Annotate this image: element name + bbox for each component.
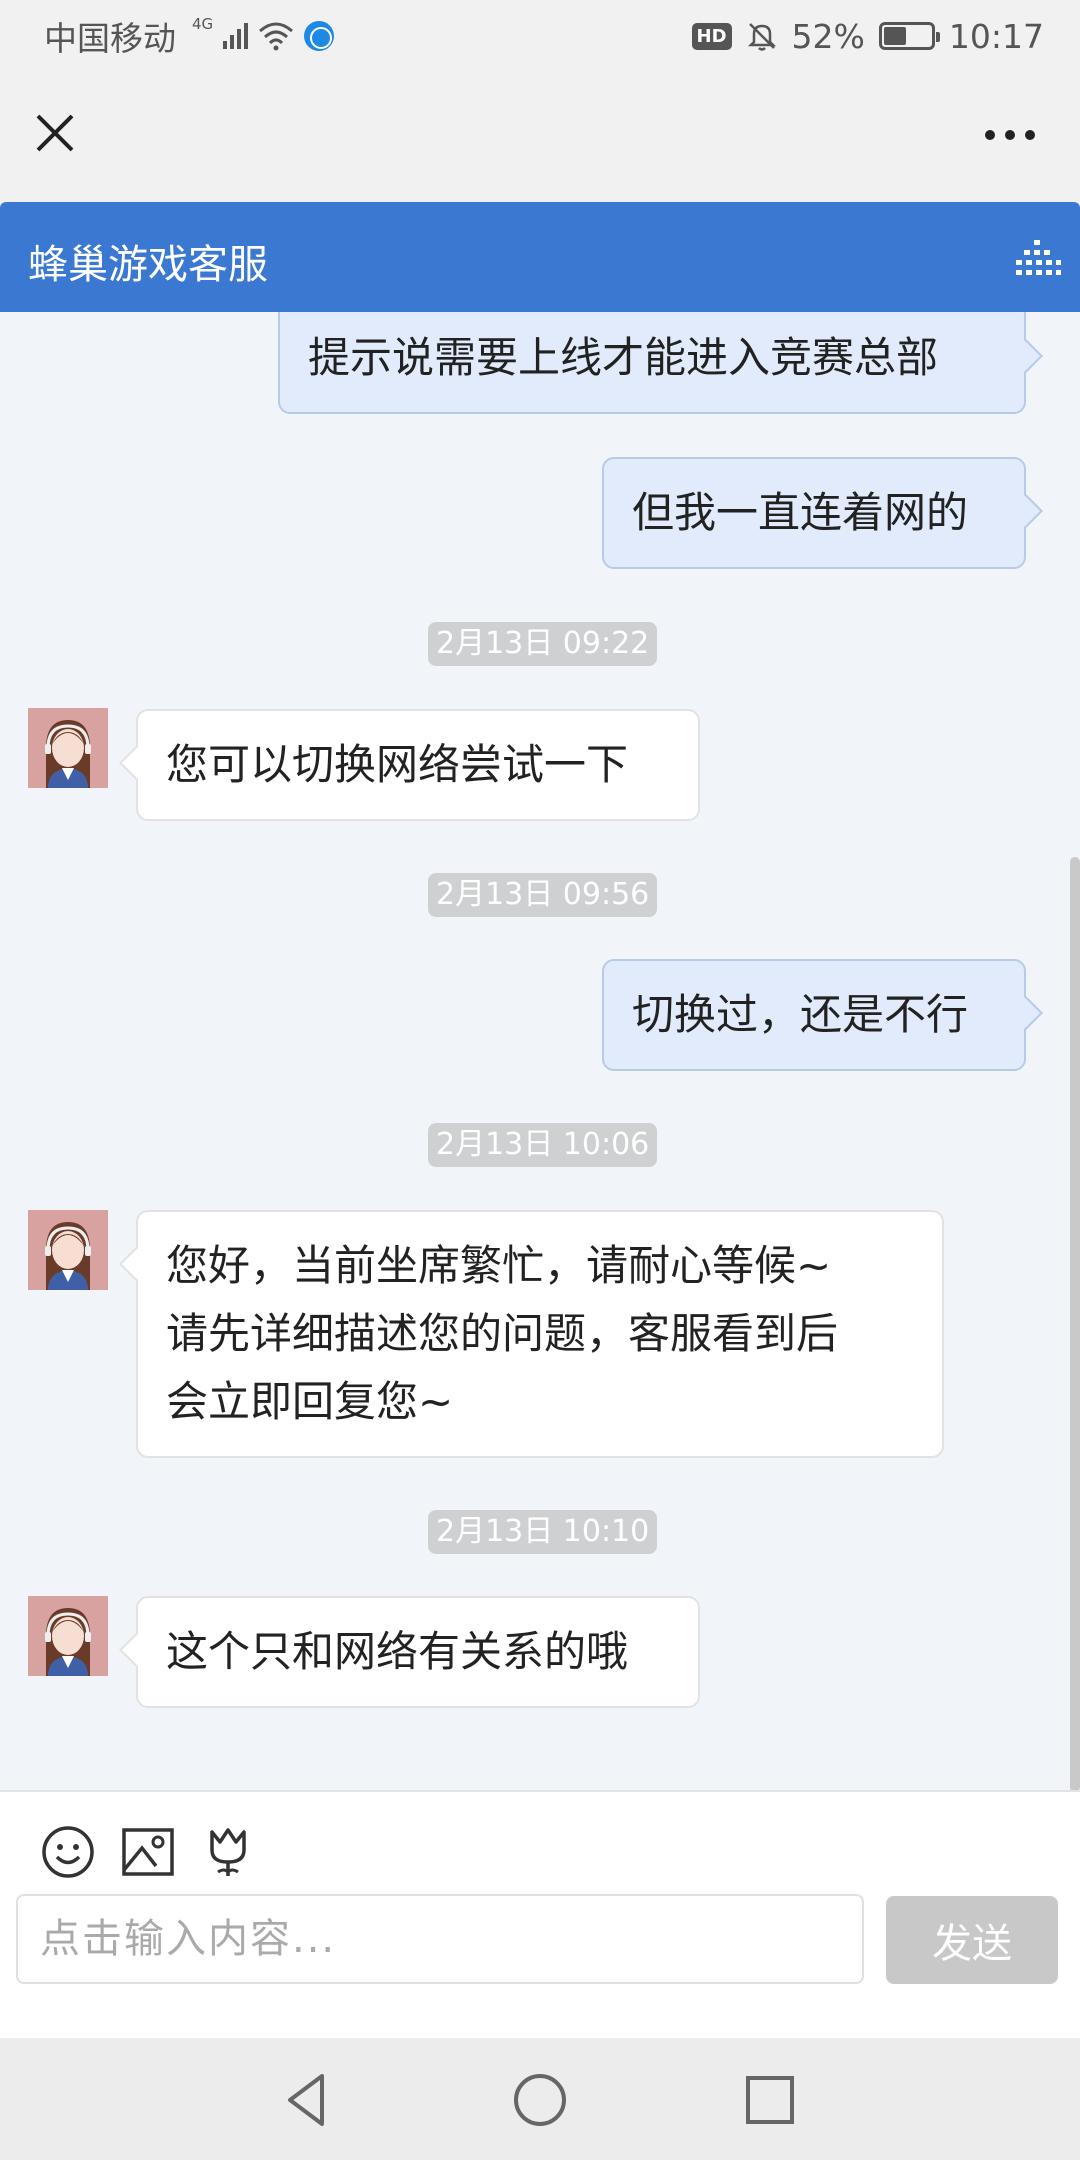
clock: 10:17 — [948, 16, 1044, 56]
send-button[interactable]: 发送 — [886, 1896, 1058, 1984]
page-title: 蜂巢游戏客服 — [28, 242, 268, 288]
mute-icon — [747, 23, 776, 51]
more-icon[interactable] — [980, 120, 1040, 150]
wifi-icon — [259, 22, 294, 51]
recents-icon[interactable] — [738, 2068, 802, 2132]
status-left: 中国移动 4G — [44, 12, 335, 60]
scrollbar[interactable] — [1070, 857, 1080, 1790]
incoming-message-bubble: 您可以切换网络尝试一下 — [136, 709, 700, 821]
chat-header: 蜂巢游戏客服 — [0, 202, 1080, 312]
globe-icon — [304, 21, 335, 51]
battery-icon — [878, 22, 940, 50]
message-line: 您好，当前坐席繁忙，请耐心等候~ — [166, 1241, 832, 1290]
agent-avatar — [28, 1596, 108, 1676]
incoming-message-bubble: 您好，当前坐席繁忙，请耐心等候~ 请先详细描述您的问题，客服看到后 会立即回复您… — [136, 1210, 944, 1458]
menu-icon[interactable] — [1014, 232, 1062, 280]
message-input[interactable] — [16, 1894, 864, 1984]
agent-avatar — [28, 1210, 108, 1290]
webview-title-bar — [0, 72, 1080, 200]
status-right: HD 52% 10:17 — [691, 16, 1044, 56]
agent-avatar — [28, 708, 108, 788]
signal-icon — [223, 23, 249, 49]
network-type-label: 4G — [192, 15, 214, 33]
message-line: 会立即回复您~ — [166, 1377, 454, 1426]
home-icon[interactable] — [508, 2068, 572, 2132]
battery-percent: 52% — [791, 16, 865, 56]
outgoing-message-bubble: 但我一直连着网的 — [602, 457, 1026, 569]
flower-icon[interactable] — [200, 1824, 256, 1880]
outgoing-message-bubble: 切换过，还是不行 — [602, 959, 1026, 1071]
close-icon[interactable] — [30, 108, 80, 158]
message-line: 请先详细描述您的问题，客服看到后 — [166, 1309, 839, 1358]
incoming-message-bubble: 这个只和网络有关系的哦 — [136, 1596, 700, 1708]
message-timestamp: 2月13日 10:10 — [428, 1510, 658, 1554]
outgoing-message-bubble: 提示说需要上线才能进入竞赛总部 — [278, 312, 1026, 414]
chat-message-list[interactable]: 提示说需要上线才能进入竞赛总部 但我一直连着网的 2月13日 09:22 您可以… — [0, 312, 1080, 1790]
hd-badge: HD — [691, 22, 732, 50]
back-icon[interactable] — [276, 2068, 340, 2132]
composer-bar: 发送 — [0, 1790, 1080, 2038]
carrier-label: 中国移动 — [44, 19, 176, 58]
message-timestamp: 2月13日 10:06 — [428, 1123, 658, 1167]
status-bar: 中国移动 4G HD 52% 10:17 — [0, 0, 1080, 72]
emoji-icon[interactable] — [40, 1824, 96, 1880]
system-nav-bar — [0, 2038, 1080, 2160]
image-icon[interactable] — [120, 1824, 176, 1880]
message-timestamp: 2月13日 09:56 — [428, 873, 658, 917]
message-timestamp: 2月13日 09:22 — [428, 622, 658, 666]
